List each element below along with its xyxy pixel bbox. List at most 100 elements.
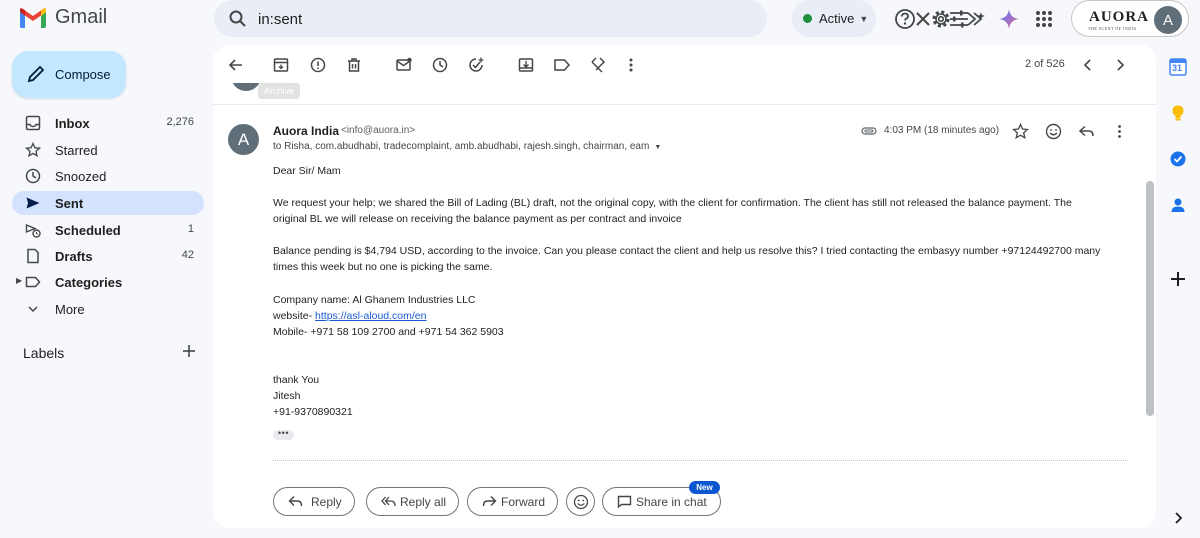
sidebar-item-snoozed[interactable]: Snoozed bbox=[12, 164, 204, 188]
scheduled-count: 1 bbox=[187, 223, 194, 235]
gear-icon[interactable] bbox=[930, 8, 952, 30]
label-icon bbox=[25, 276, 41, 288]
search-bar[interactable] bbox=[214, 0, 968, 37]
signature-name: Jitesh bbox=[273, 390, 301, 402]
expand-arrow-icon[interactable]: ▶ bbox=[16, 276, 22, 285]
divider bbox=[273, 460, 1128, 461]
recipients-line[interactable]: to Risha, com.abudhabi, tradecomplaint, … bbox=[273, 141, 661, 152]
emoji-icon[interactable] bbox=[1045, 123, 1062, 140]
message-timestamp: 4:03 PM (18 minutes ago) bbox=[884, 125, 1000, 136]
calendar-day: 31 bbox=[1172, 63, 1183, 73]
scrollbar[interactable] bbox=[1146, 181, 1154, 416]
contacts-icon[interactable] bbox=[1169, 196, 1187, 214]
forward-label: Forward bbox=[501, 495, 546, 509]
chevron-right-icon[interactable] bbox=[1111, 56, 1129, 74]
sender-avatar[interactable]: A bbox=[228, 124, 259, 155]
sidebar-item-categories[interactable]: ▶ Categories bbox=[12, 270, 204, 294]
website-label: website- bbox=[273, 310, 316, 322]
sidebar-item-label: Categories bbox=[55, 275, 123, 290]
move-to-icon[interactable] bbox=[517, 56, 535, 74]
label-icon[interactable] bbox=[553, 56, 571, 74]
add-to-tasks-icon[interactable] bbox=[467, 56, 485, 74]
thanks-line: thank You bbox=[273, 374, 320, 386]
website-link[interactable]: https://asl-aloud.com/en bbox=[315, 310, 426, 322]
mark-unread-icon[interactable] bbox=[395, 56, 413, 74]
body-line: We request your help; we shared the Bill… bbox=[273, 197, 1072, 209]
sidebar-item-scheduled[interactable]: Scheduled 1 bbox=[12, 218, 204, 242]
brand-logo: AUORA bbox=[1089, 9, 1149, 25]
body-signature: thank You Jitesh +91-9370890321 bbox=[273, 372, 1133, 420]
more-vert-icon[interactable] bbox=[1111, 123, 1128, 140]
compose-button[interactable]: Compose bbox=[12, 51, 126, 98]
gmail-logo[interactable]: Gmail bbox=[20, 6, 107, 29]
brand-tagline: THE SCENT OF INDIA bbox=[1088, 26, 1137, 31]
chevron-down-icon[interactable]: ▼ bbox=[654, 144, 661, 151]
signature-phone: +91-9370890321 bbox=[273, 406, 353, 418]
reply-icon bbox=[288, 496, 303, 507]
compose-label: Compose bbox=[55, 67, 111, 82]
search-input[interactable] bbox=[258, 8, 678, 30]
avatar bbox=[231, 83, 261, 91]
back-arrow-icon[interactable] bbox=[227, 56, 245, 74]
collapsed-previous-message[interactable]: Archive bbox=[213, 83, 1156, 105]
body-paragraph-2: Balance pending is $4,794 USD, according… bbox=[273, 243, 1133, 275]
body-paragraph-1: We request your help; we shared the Bill… bbox=[273, 195, 1133, 227]
sidebar-item-inbox[interactable]: Inbox 2,276 bbox=[12, 111, 204, 135]
body-line: Balance pending is $4,794 USD, according… bbox=[273, 245, 1101, 257]
body-company-info: Company name: Al Ghanem Industries LLC w… bbox=[273, 292, 1133, 340]
sidebar-item-drafts[interactable]: Drafts 42 bbox=[12, 244, 204, 268]
reply-all-button[interactable]: Reply all bbox=[366, 487, 459, 516]
status-label: Active bbox=[819, 11, 855, 26]
gemini-icon[interactable] bbox=[998, 8, 1020, 30]
chat-icon bbox=[617, 495, 632, 508]
status-toggle[interactable]: Active ▼ bbox=[792, 0, 876, 37]
forward-button[interactable]: Forward bbox=[467, 487, 558, 516]
more-vert-icon[interactable] bbox=[622, 56, 640, 74]
app-name: Gmail bbox=[55, 6, 108, 28]
search-icon[interactable] bbox=[228, 9, 248, 29]
chevron-left-icon[interactable] bbox=[1079, 56, 1097, 74]
send-icon bbox=[26, 197, 40, 209]
emoji-reaction-button[interactable] bbox=[566, 487, 595, 516]
sidebar-item-starred[interactable]: Starred bbox=[12, 138, 204, 162]
delete-icon[interactable] bbox=[345, 56, 363, 74]
chevron-right-icon[interactable] bbox=[1169, 509, 1187, 527]
labels-heading: Labels bbox=[23, 345, 65, 361]
mobile-line: Mobile- +971 58 109 2700 and +971 54 362… bbox=[273, 326, 504, 338]
pagination-count: 2 of 526 bbox=[1025, 58, 1065, 70]
plus-icon[interactable] bbox=[180, 342, 198, 360]
star-icon[interactable] bbox=[1012, 123, 1029, 140]
get-addons-icon[interactable] bbox=[1169, 270, 1187, 288]
account-switcher[interactable]: AUORA THE SCENT OF INDIA A bbox=[1071, 0, 1189, 37]
share-in-chat-label: Share in chat bbox=[636, 495, 707, 509]
help-icon[interactable] bbox=[894, 8, 916, 30]
drafts-count: 42 bbox=[181, 249, 194, 261]
filter-icon[interactable] bbox=[589, 56, 607, 74]
apps-icon[interactable] bbox=[1033, 8, 1055, 30]
keep-icon[interactable] bbox=[1169, 104, 1187, 122]
chevron-down-icon: ▼ bbox=[859, 13, 869, 24]
sidebar-item-sent[interactable]: Sent bbox=[12, 191, 204, 215]
sidebar-item-label: Sent bbox=[55, 196, 84, 211]
inbox-icon bbox=[25, 115, 41, 131]
message-view: 2 of 526 Archive A Auora India <info@auo… bbox=[213, 45, 1156, 528]
chevron-down-icon bbox=[28, 306, 38, 313]
sender-name[interactable]: Auora India bbox=[273, 124, 339, 138]
sidebar-item-label: More bbox=[55, 302, 85, 317]
archive-icon[interactable] bbox=[272, 56, 290, 74]
unread-count: 2,276 bbox=[166, 116, 194, 128]
reply-icon[interactable] bbox=[1078, 123, 1095, 140]
snooze-icon[interactable] bbox=[431, 56, 449, 74]
calendar-icon[interactable]: 31 bbox=[1169, 58, 1187, 76]
body-line: original BL we will release on receiving… bbox=[273, 213, 682, 225]
reply-label: Reply bbox=[311, 495, 342, 509]
gemini-side-icon[interactable] bbox=[965, 8, 987, 30]
report-spam-icon[interactable] bbox=[309, 56, 327, 74]
avatar[interactable]: A bbox=[1154, 6, 1182, 34]
emoji-icon bbox=[573, 494, 589, 510]
show-trimmed-content-button[interactable]: ••• bbox=[273, 429, 294, 440]
tasks-icon[interactable] bbox=[1169, 150, 1187, 168]
sidebar-item-label: Drafts bbox=[55, 249, 93, 264]
reply-button[interactable]: Reply bbox=[273, 487, 355, 516]
sidebar-item-more[interactable]: More bbox=[12, 297, 204, 321]
